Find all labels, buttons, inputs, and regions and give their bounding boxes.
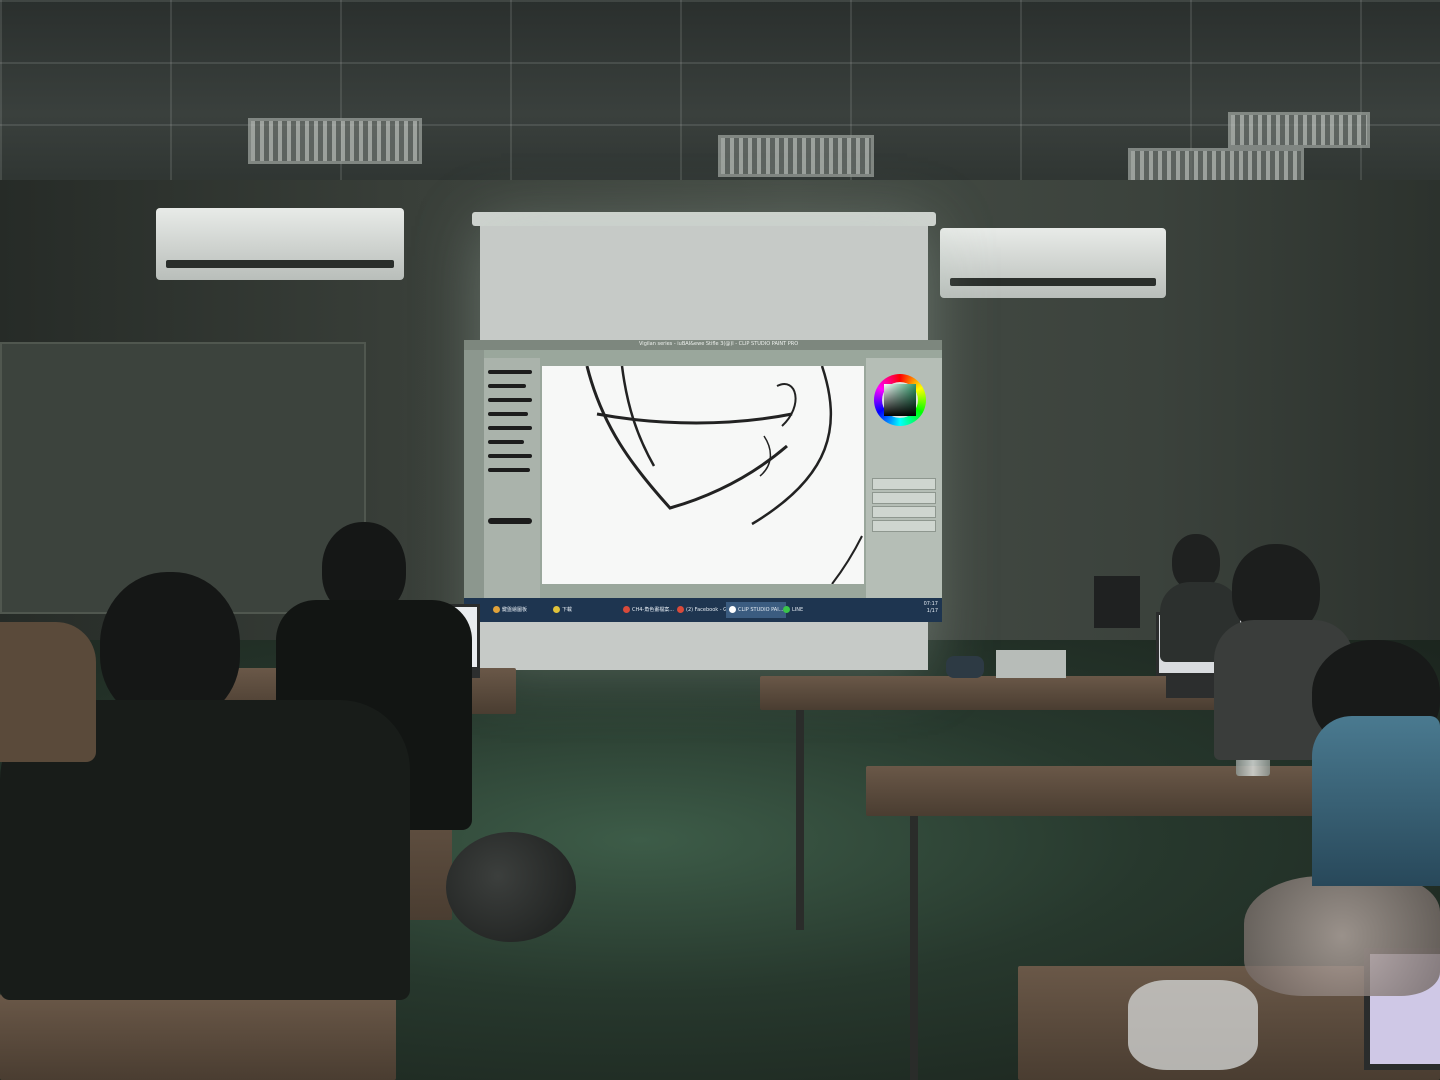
monitor-back — [1094, 576, 1140, 628]
chrome-icon — [623, 606, 630, 613]
app-menubar: Vigilan series - iuBAI&ewe Stifle 3(@)l … — [464, 340, 942, 350]
taskbar-item-1[interactable]: 下載 — [550, 602, 575, 618]
brush-panel — [484, 358, 540, 598]
desk-right-middle — [866, 766, 1346, 816]
taskbar-item-2[interactable]: CH4-角色畫檔案... — [620, 602, 677, 618]
folder-icon — [493, 606, 500, 613]
person-body-edge-right — [1312, 716, 1440, 886]
desk-left-back — [0, 994, 396, 1080]
ceiling-vent-center — [718, 135, 874, 177]
drawing-canvas — [542, 366, 864, 584]
tool-palette — [464, 350, 484, 598]
taskbar-item-0[interactable]: 鍵盤繪圖板 — [490, 602, 530, 618]
taskbar-clock: 07:17 1/17 — [923, 601, 938, 614]
saturation-square[interactable] — [884, 384, 916, 416]
person-edge-left — [0, 622, 96, 762]
taskbar-item-4[interactable]: CLIP STUDIO PAI... — [726, 602, 787, 618]
air-conditioner-left — [156, 208, 404, 280]
windows-taskbar: 鍵盤繪圖板 下載 CH4-角色畫檔案... (2) Facebook - G..… — [464, 598, 942, 622]
folder-icon — [553, 606, 560, 613]
desk-leg — [910, 816, 918, 1080]
color-wheel[interactable] — [874, 374, 926, 426]
ceiling-vent-far-right — [1228, 112, 1370, 148]
taskbar-item-5[interactable]: LINE — [780, 602, 806, 618]
line-drawing — [585, 366, 863, 584]
desk-leg — [796, 710, 804, 930]
backpack — [446, 832, 576, 942]
clip-studio-icon — [729, 606, 736, 613]
air-conditioner-right — [940, 228, 1166, 298]
chrome-icon — [677, 606, 684, 613]
plastic-bag — [1244, 876, 1440, 996]
window-title: Vigilan series - iuBAI&ewe Stifle 3(@)l … — [639, 341, 799, 347]
box — [996, 650, 1066, 678]
speaker — [946, 656, 984, 678]
projected-desktop: Vigilan series - iuBAI&ewe Stifle 3(@)l … — [464, 340, 942, 622]
line-icon — [783, 606, 790, 613]
mask-on-desk — [1128, 980, 1258, 1070]
projector-screen-housing — [472, 212, 936, 226]
ceiling-vent-left — [248, 118, 422, 164]
